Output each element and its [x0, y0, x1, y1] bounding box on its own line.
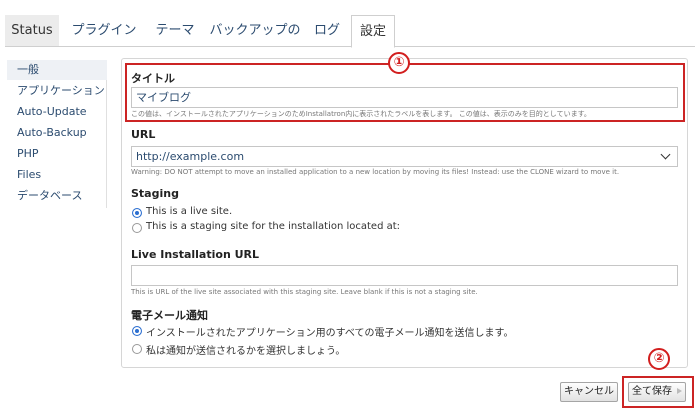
tab-plugins[interactable]: プラグイン: [65, 15, 143, 46]
tab-status[interactable]: Status: [5, 15, 59, 46]
email-choose-label: 私は通知が送信されるかを選択しましょう。: [146, 346, 346, 357]
url-help-text: Warning: DO NOT attempt to move an insta…: [131, 168, 620, 176]
sidebar-item-auto-update[interactable]: Auto-Update: [7, 102, 107, 122]
email-choose-radio[interactable]: [132, 344, 142, 354]
staging-live-label: This is a live site.: [146, 206, 233, 217]
tab-bar: Status プラグイン テーマ バックアップの ログ 設定: [5, 15, 695, 48]
sidebar-item-application[interactable]: アプリケーション: [7, 81, 107, 101]
chevron-down-icon: [660, 149, 671, 160]
sidebar-item-files[interactable]: Files: [7, 165, 107, 185]
live-url-help-text: This is URL of the live site associated …: [131, 288, 478, 296]
email-all-label: インストールされたアプリケーション用のすべての電子メール通知を送信します。: [146, 328, 514, 339]
tab-logs[interactable]: ログ: [307, 15, 347, 46]
tab-backups[interactable]: バックアップの: [207, 15, 303, 46]
staging-staging-label: This is a staging site for the installat…: [146, 221, 401, 232]
annotation-badge-2: ②: [648, 348, 670, 370]
url-select[interactable]: http://example.com: [131, 146, 678, 167]
live-url-label: Live Installation URL: [131, 248, 260, 261]
sidebar-item-general[interactable]: 一般: [7, 60, 107, 80]
sidebar: 一般 アプリケーション Auto-Update Auto-Backup PHP …: [7, 60, 107, 208]
tab-bar-divider: [5, 46, 695, 47]
tab-settings[interactable]: 設定: [351, 15, 395, 48]
staging-staging-radio[interactable]: [132, 223, 142, 233]
email-label: 電子メール通知: [131, 309, 208, 322]
tab-themes[interactable]: テーマ: [147, 15, 203, 46]
live-url-input[interactable]: [131, 265, 678, 286]
sidebar-item-php[interactable]: PHP: [7, 144, 107, 164]
email-all-radio[interactable]: [132, 326, 142, 336]
staging-live-radio[interactable]: [132, 208, 142, 218]
sidebar-item-database[interactable]: データベース: [7, 186, 107, 206]
staging-label: Staging: [131, 187, 179, 200]
url-label: URL: [131, 128, 156, 141]
annotation-box-2: [622, 376, 694, 408]
annotation-badge-1: ①: [388, 52, 410, 74]
cancel-button[interactable]: キャンセル: [560, 382, 618, 402]
sidebar-item-auto-backup[interactable]: Auto-Backup: [7, 123, 107, 143]
url-select-value: http://example.com: [136, 150, 245, 163]
